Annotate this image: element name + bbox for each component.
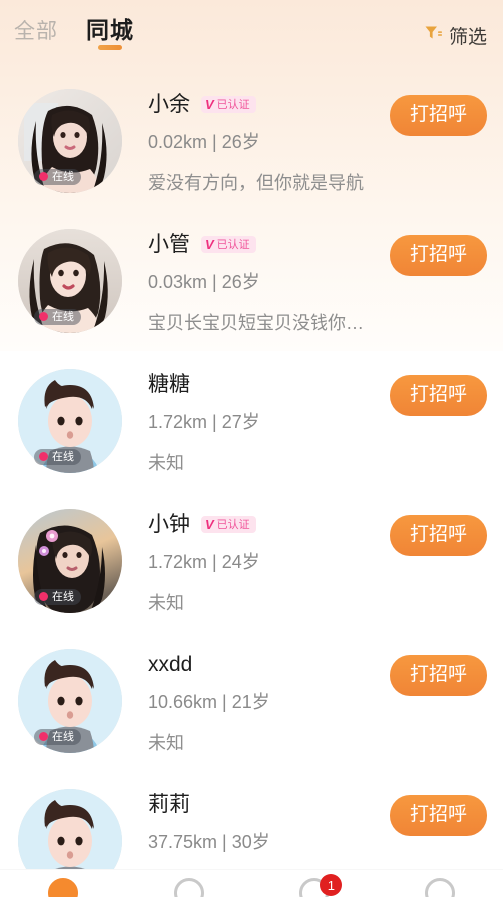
user-info: 小管 V 已认证 0.03km | 26岁 宝贝长宝贝短宝贝没钱你不管 (122, 229, 380, 334)
verified-label: 已认证 (216, 238, 250, 251)
user-meta: 0.03km | 26岁 (148, 272, 260, 293)
tab-same-city[interactable]: 同城 (86, 19, 134, 52)
verified-check-icon: V (205, 237, 214, 253)
user-bio: 未知 (148, 732, 184, 753)
online-status-badge: 在线 (34, 308, 81, 325)
avatar[interactable]: 在线 (18, 509, 122, 613)
greet-button[interactable]: 打招呼 (389, 375, 487, 416)
tab-indicator-active (98, 45, 122, 50)
online-dot-icon (39, 732, 48, 742)
online-label: 在线 (52, 170, 74, 183)
filter-funnel-icon (423, 23, 443, 48)
home-icon (47, 878, 78, 897)
greet-button[interactable]: 打招呼 (389, 655, 487, 696)
list-item[interactable]: 在线 小管 V 已认证 0.03km | 26岁 宝贝长宝贝短宝贝没钱你不管 打… (0, 211, 503, 351)
verified-badge: V 已认证 (201, 236, 256, 254)
user-bio: 爱没有方向，但你就是导航 (148, 172, 364, 193)
nearby-user-list: 在线 小余 V 已认证 0.02km | 26岁 爱没有方向，但你就是导航 打招… (0, 71, 503, 897)
user-info: 莉莉 37.75km | 30岁 (122, 789, 380, 873)
name-line: xxdd (148, 653, 380, 676)
user-name: 糖糖 (148, 373, 190, 396)
tab-all[interactable]: 全部 (14, 21, 58, 52)
verified-label: 已认证 (216, 98, 250, 111)
online-label: 在线 (52, 450, 74, 463)
nav-item-home[interactable] (0, 870, 126, 897)
tab-same-city-label: 同城 (86, 17, 134, 43)
avatar[interactable]: 在线 (18, 89, 122, 193)
verified-check-icon: V (205, 97, 214, 113)
name-line: 小余 V 已认证 (148, 93, 380, 116)
avatar[interactable]: 在线 (18, 649, 122, 753)
user-bio: 宝贝长宝贝短宝贝没钱你不管 (148, 312, 380, 333)
online-status-badge: 在线 (34, 728, 81, 745)
avatar[interactable]: 在线 (18, 229, 122, 333)
online-dot-icon (39, 592, 48, 602)
greet-button[interactable]: 打招呼 (389, 95, 487, 136)
user-meta: 1.72km | 27岁 (148, 412, 260, 433)
messages-unread-badge: 1 (320, 874, 343, 896)
user-info: 糖糖 1.72km | 27岁 未知 (122, 369, 380, 474)
list-item[interactable]: 在线 糖糖 1.72km | 27岁 未知 打招呼 (0, 351, 503, 491)
name-line: 莉莉 (148, 793, 380, 816)
app-root: 全部 同城 筛选 在线 小余 V 已认证 0.02km | 26岁 爱没有方向，… (0, 0, 503, 897)
discover-icon (173, 878, 204, 897)
verified-badge: V 已认证 (201, 516, 256, 534)
bottom-navigation-bar: 1 (0, 869, 503, 897)
nav-item-messages[interactable]: 1 (252, 870, 378, 897)
greet-button[interactable]: 打招呼 (389, 235, 487, 276)
list-item[interactable]: 在线 小余 V 已认证 0.02km | 26岁 爱没有方向，但你就是导航 打招… (0, 71, 503, 211)
verified-check-icon: V (205, 517, 214, 533)
online-status-badge: 在线 (34, 588, 81, 605)
online-dot-icon (39, 312, 48, 322)
online-status-badge: 在线 (34, 448, 81, 465)
user-name: xxdd (148, 653, 193, 676)
page-header: 全部 同城 筛选 (0, 0, 503, 71)
user-name: 小管 (148, 233, 190, 256)
online-label: 在线 (52, 730, 74, 743)
user-meta: 10.66km | 21岁 (148, 692, 270, 713)
user-meta: 1.72km | 24岁 (148, 552, 260, 573)
verified-badge: V 已认证 (201, 96, 256, 114)
tab-all-label: 全部 (14, 20, 58, 43)
user-meta: 0.02km | 26岁 (148, 132, 260, 153)
user-info: xxdd 10.66km | 21岁 未知 (122, 649, 380, 754)
filter-label: 筛选 (448, 27, 487, 48)
nav-item-profile[interactable] (377, 870, 503, 897)
user-info: 小余 V 已认证 0.02km | 26岁 爱没有方向，但你就是导航 (122, 89, 380, 194)
name-line: 小钟 V 已认证 (148, 513, 380, 536)
user-meta: 37.75km | 30岁 (148, 832, 270, 853)
user-bio: 未知 (148, 592, 184, 613)
online-status-badge: 在线 (34, 168, 81, 185)
greet-button[interactable]: 打招呼 (389, 515, 487, 556)
online-dot-icon (39, 172, 48, 182)
online-label: 在线 (52, 590, 74, 603)
profile-icon (425, 878, 456, 897)
user-info: 小钟 V 已认证 1.72km | 24岁 未知 (122, 509, 380, 614)
greet-button[interactable]: 打招呼 (389, 795, 487, 836)
verified-label: 已认证 (216, 518, 250, 531)
list-item[interactable]: 在线 xxdd 10.66km | 21岁 未知 打招呼 (0, 631, 503, 771)
user-bio: 未知 (148, 452, 184, 473)
user-name: 莉莉 (148, 793, 190, 816)
filter-button[interactable]: 筛选 (423, 22, 487, 49)
list-item[interactable]: 在线 小钟 V 已认证 1.72km | 24岁 未知 打招呼 (0, 491, 503, 631)
avatar[interactable]: 在线 (18, 369, 122, 473)
online-dot-icon (39, 452, 48, 462)
online-label: 在线 (52, 310, 74, 323)
nav-item-discover[interactable] (126, 870, 252, 897)
name-line: 糖糖 (148, 373, 380, 396)
user-name: 小余 (148, 93, 190, 116)
tab-bar: 全部 同城 (14, 19, 134, 52)
user-name: 小钟 (148, 513, 190, 536)
name-line: 小管 V 已认证 (148, 233, 380, 256)
